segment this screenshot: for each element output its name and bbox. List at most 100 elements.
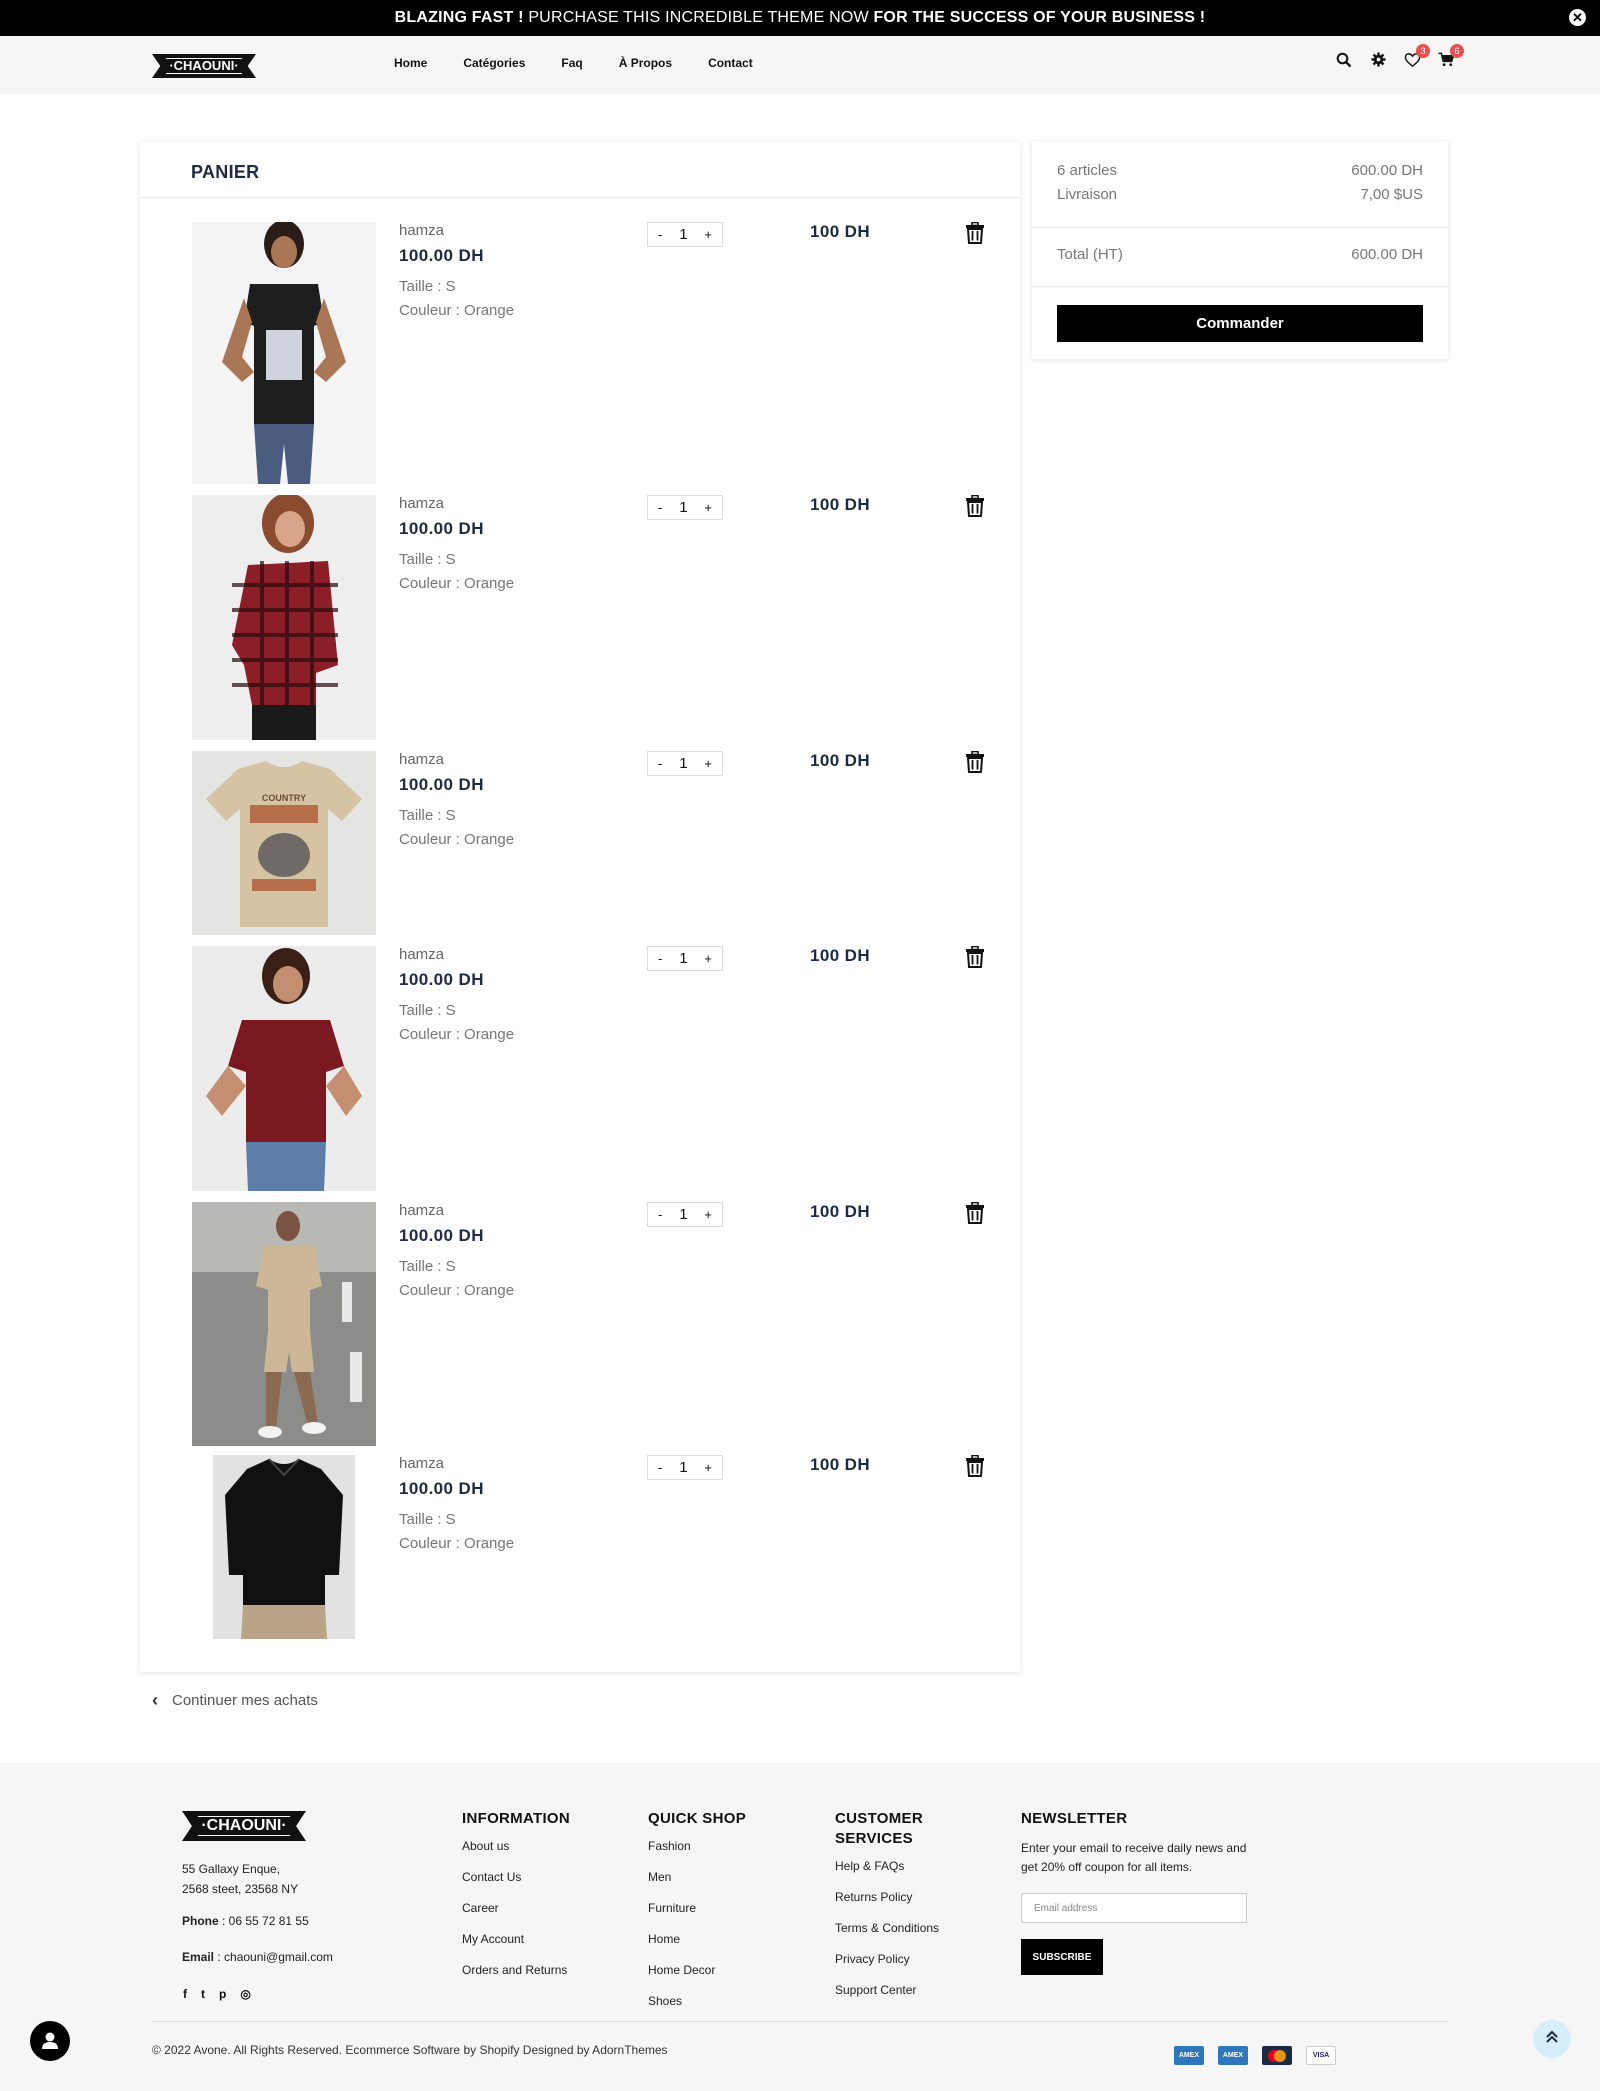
quantity-value[interactable]: 1 [679,950,687,967]
footer-link-contact[interactable]: Contact Us [462,1870,570,1901]
product-name[interactable]: hamza [399,222,444,239]
product-name[interactable]: hamza [399,1455,444,1472]
footer-link-support[interactable]: Support Center [835,1983,955,2014]
order-button[interactable]: Commander [1057,305,1423,342]
user-account-button[interactable] [30,2021,70,2061]
site-header: ·CHAOUNI· Home Catégories Faq À Propos C… [0,36,1600,94]
announcement-part3: FOR THE SUCCESS OF YOUR BUSINESS ! [873,9,1206,26]
product-name[interactable]: hamza [399,946,444,963]
nav-contact[interactable]: Contact [708,56,753,70]
divider [152,2021,1448,2022]
quantity-increase-button[interactable]: + [704,1460,712,1475]
product-image[interactable] [192,1202,376,1446]
product-name[interactable]: hamza [399,495,444,512]
email-value[interactable]: : chaouni@gmail.com [214,1950,333,1964]
footer-link-about[interactable]: About us [462,1839,570,1870]
quantity-decrease-button[interactable]: - [658,1207,662,1222]
cart-item: hamza 100.00 DH Taille : S Couleur : Ora… [140,945,1020,1191]
facebook-icon[interactable]: f [183,1987,187,2001]
amex-card-icon: AMEX [1218,2046,1248,2065]
quantity-decrease-button[interactable]: - [658,951,662,966]
trash-icon[interactable] [966,1201,984,1224]
main-nav: Home Catégories Faq À Propos Contact [394,56,789,70]
cart-item: hamza 100.00 DH Taille : S Couleur : Ora… [140,494,1020,740]
quantity-increase-button[interactable]: + [704,756,712,771]
quantity-value[interactable]: 1 [679,1206,687,1223]
summary-shipping-row: Livraison 7,00 $US [1057,186,1423,203]
summary-articles-row: 6 articles 600.00 DH [1057,162,1423,179]
product-image[interactable] [192,946,376,1191]
quantity-value[interactable]: 1 [679,755,687,772]
footer-link-home-decor[interactable]: Home Decor [648,1963,746,1994]
quantity-decrease-button[interactable]: - [658,756,662,771]
trash-icon[interactable] [966,750,984,773]
articles-label: 6 articles [1057,162,1118,179]
footer-link-help[interactable]: Help & FAQs [835,1859,955,1890]
subscribe-button[interactable]: SUBSCRIBE [1021,1939,1103,1975]
footer-link-home[interactable]: Home [648,1932,746,1963]
quantity-decrease-button[interactable]: - [658,1460,662,1475]
footer-link-account[interactable]: My Account [462,1932,570,1963]
quantity-increase-button[interactable]: + [704,500,712,515]
twitter-icon[interactable]: t [201,1987,205,2001]
shipping-value: 7,00 $US [1360,186,1423,203]
trash-icon[interactable] [966,945,984,968]
nav-faq[interactable]: Faq [561,56,582,70]
pinterest-icon[interactable]: p [219,1987,226,2001]
quantity-stepper: - 1 + [647,751,723,776]
quantity-value[interactable]: 1 [679,226,687,243]
trash-icon[interactable] [966,1454,984,1477]
product-name[interactable]: hamza [399,1202,444,1219]
product-name[interactable]: hamza [399,751,444,768]
visa-card-icon: VISA [1306,2046,1336,2065]
cart-item: hamza 100.00 DH Taille : S Couleur : Ora… [140,221,1020,484]
footer-link-terms[interactable]: Terms & Conditions [835,1921,955,1952]
cart-icon[interactable]: 6 [1436,44,1464,72]
footer-link-men[interactable]: Men [648,1870,746,1901]
footer-link-orders[interactable]: Orders and Returns [462,1963,570,1994]
heart-icon[interactable]: 3 [1402,44,1430,72]
product-price: 100.00 DH [399,970,484,989]
footer-link-privacy[interactable]: Privacy Policy [835,1952,955,1983]
quantity-increase-button[interactable]: + [704,227,712,242]
logo[interactable]: ·CHAOUNI· [152,54,256,78]
product-color: Couleur : Orange [399,1026,515,1043]
quantity-decrease-button[interactable]: - [658,500,662,515]
footer-link-fashion[interactable]: Fashion [648,1839,746,1870]
product-image[interactable] [213,1455,355,1639]
product-color: Couleur : Orange [399,1282,515,1299]
instagram-icon[interactable]: ◎ [240,1987,250,2001]
trash-icon[interactable] [966,221,984,244]
product-image[interactable] [192,495,376,740]
quantity-value[interactable]: 1 [679,1459,687,1476]
footer-logo[interactable]: ·CHAOUNI· [182,1811,306,1841]
quantity-value[interactable]: 1 [679,499,687,516]
footer-quick-shop: QUICK SHOP Fashion Men Furniture Home Ho… [648,1809,746,2025]
cart-item: hamza 100.00 DH Taille : S Couleur : Ora… [140,1201,1020,1446]
search-icon[interactable] [1334,52,1354,72]
footer-link-furniture[interactable]: Furniture [648,1901,746,1932]
phone-value: : 06 55 72 81 55 [218,1914,309,1928]
cart-item: COUNTRY hamza 100.00 DH Taille : S Coule… [140,750,1020,935]
nav-home[interactable]: Home [394,56,427,70]
footer-phone: Phone : 06 55 72 81 55 [182,1914,309,1928]
continue-shopping-link[interactable]: ‹ Continuer mes achats [152,1690,318,1711]
nav-categories[interactable]: Catégories [463,56,525,70]
product-image[interactable]: COUNTRY [192,751,376,935]
close-icon[interactable]: ✕ [1569,9,1586,26]
gear-icon[interactable] [1368,52,1388,72]
footer-link-returns[interactable]: Returns Policy [835,1890,955,1921]
product-image[interactable] [192,222,376,484]
cart-panel: PANIER hamza 100.00 DH Taille : S Couleu… [140,142,1020,1672]
newsletter-email-input[interactable]: Email address [1021,1893,1247,1923]
quantity-decrease-button[interactable]: - [658,227,662,242]
trash-icon[interactable] [966,494,984,517]
scroll-to-top-button[interactable] [1533,2020,1571,2058]
payment-methods: AMEX AMEX VISA [1174,2046,1336,2065]
shipping-label: Livraison [1057,186,1118,203]
product-size: Taille : S [399,551,456,568]
nav-about[interactable]: À Propos [619,56,672,70]
quantity-increase-button[interactable]: + [704,951,712,966]
quantity-increase-button[interactable]: + [704,1207,712,1222]
footer-link-career[interactable]: Career [462,1901,570,1932]
